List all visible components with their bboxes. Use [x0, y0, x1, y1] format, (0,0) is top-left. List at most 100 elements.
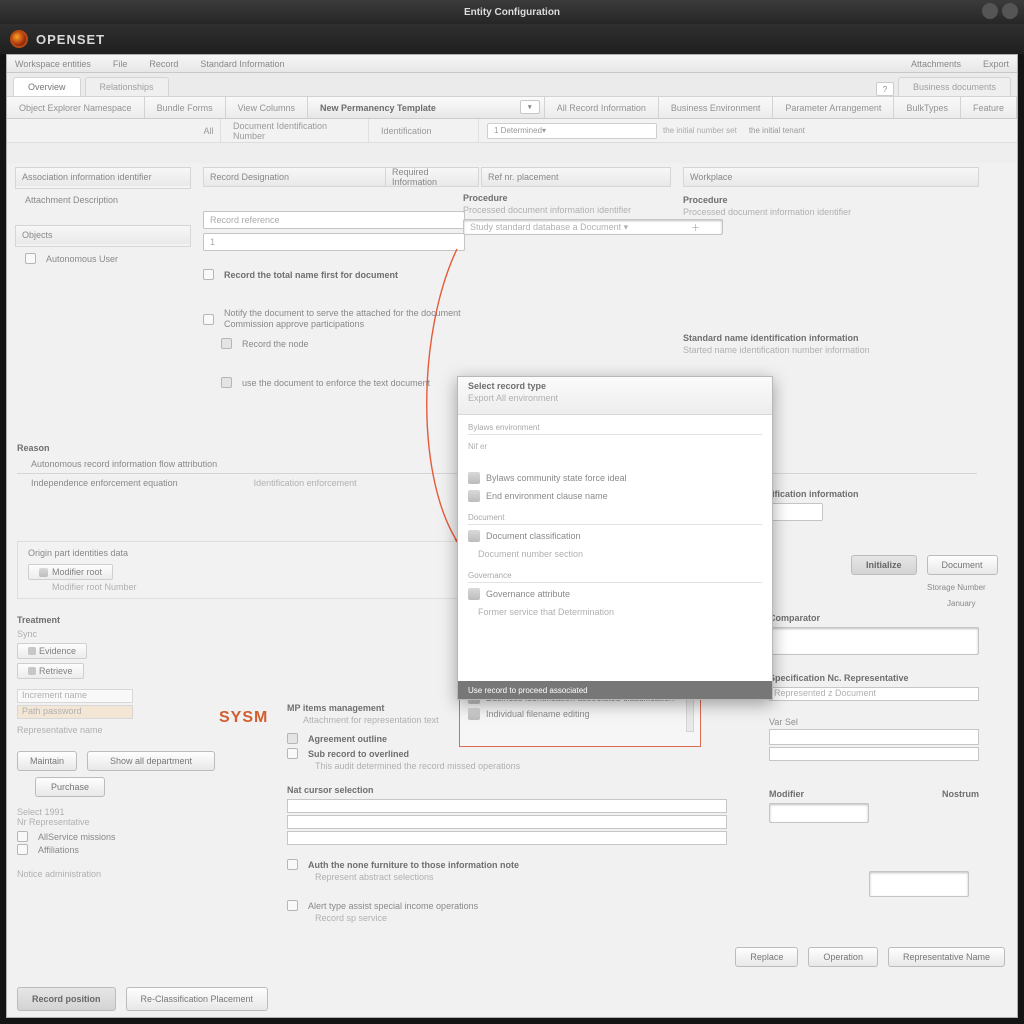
checkbox-icon[interactable]	[287, 733, 298, 744]
procedure-input[interactable]: Study standard database a Document ▾ ＋	[463, 219, 723, 235]
filter-all-label[interactable]: All	[197, 119, 221, 142]
left-panel-2: Objects	[15, 225, 191, 247]
popup-group-3: Governance	[468, 571, 762, 583]
evidence-icon	[28, 647, 36, 655]
menu-item[interactable]: Record	[149, 59, 178, 69]
nat-cursor-input-2[interactable]	[287, 815, 727, 829]
record-designation-input[interactable]: Record reference	[203, 211, 465, 229]
purchase-button[interactable]: Purchase	[35, 777, 105, 797]
left-panel-2-head[interactable]: Objects	[16, 226, 190, 244]
stab-new-template[interactable]: New Permanency Template ▾	[308, 97, 545, 118]
tab-relationships[interactable]: Relationships	[85, 77, 169, 96]
popup-footer[interactable]: Use record to proceed associated	[458, 681, 772, 699]
retrieve-button[interactable]: Retrieve	[17, 663, 84, 679]
var-sel-input[interactable]	[769, 729, 979, 745]
filter-pill-1-label: 1 Determined	[494, 126, 542, 135]
plus-icon[interactable]: ＋	[691, 221, 700, 234]
nat-cursor-input-1[interactable]	[287, 799, 727, 813]
initialize-button[interactable]: Initialize	[851, 555, 917, 575]
popup-item-sub[interactable]: Former service that Determination	[458, 603, 772, 621]
stab-object-explorer[interactable]: Object Explorer Namespace	[7, 97, 145, 118]
dup-line: Started name identification number infor…	[683, 345, 979, 355]
left-panel-2-item[interactable]: Autonomous User	[15, 253, 191, 264]
nostrum-input[interactable]	[869, 871, 969, 897]
retrieve-icon	[28, 667, 36, 675]
stab-business-env[interactable]: Business Environment	[659, 97, 774, 118]
doc-icon	[39, 568, 48, 577]
popup-item[interactable]: Nif er	[458, 437, 772, 455]
popup-item-sub[interactable]: Document number section	[458, 545, 772, 563]
popup-group-2: Document	[468, 513, 762, 525]
popup-item[interactable]: End environment clause name	[458, 487, 772, 505]
checkbox-icon[interactable]	[221, 338, 232, 349]
stab-record-info[interactable]: All Record Information	[545, 97, 659, 118]
evidence-button[interactable]: Evidence	[17, 643, 87, 659]
spec-representative-input[interactable]: Represented z Document	[769, 687, 979, 701]
operation-button[interactable]: Operation	[808, 947, 878, 967]
filter-doc-id[interactable]: Document Identification Number	[221, 119, 369, 142]
checkbox-icon[interactable]	[221, 377, 232, 388]
sub-record-label: Sub record to overlined	[308, 749, 409, 759]
popup-item[interactable]: Governance attribute	[458, 585, 772, 603]
comparator-input[interactable]	[769, 627, 979, 655]
alert-type-label: Alert type assist special income operati…	[308, 901, 478, 911]
checkbox-icon[interactable]	[17, 831, 28, 842]
left-panel-1-head[interactable]: Association information identifier	[16, 168, 190, 186]
brand-logo-icon	[10, 30, 28, 48]
tab-overview[interactable]: Overview	[13, 77, 81, 96]
stab-bulktypes[interactable]: BulkTypes	[894, 97, 961, 118]
stab-view-columns[interactable]: View Columns	[226, 97, 308, 118]
modifier-input[interactable]	[769, 803, 869, 823]
record-value-input[interactable]: 1	[203, 233, 465, 251]
left-panel-1-item[interactable]: Attachment Description	[15, 195, 191, 205]
menu-item[interactable]: File	[113, 59, 128, 69]
checkbox-icon[interactable]	[25, 253, 36, 264]
menu-item[interactable]: Workspace entities	[15, 59, 91, 69]
menu-item[interactable]: Attachments	[911, 59, 961, 69]
reclassification-button[interactable]: Re-Classification Placement	[126, 987, 269, 1011]
filter-pill-1[interactable]: 1 Determined ▾	[487, 123, 657, 139]
nat-cursor-input-3[interactable]	[287, 831, 727, 845]
checkbox-icon[interactable]	[287, 859, 298, 870]
popup-item[interactable]: Bylaws community state force ideal	[458, 469, 772, 487]
document-button[interactable]: Document	[927, 555, 998, 575]
show-department-button[interactable]: Show all department	[87, 751, 215, 771]
window-title: Entity Configuration	[464, 7, 560, 18]
filter-identification[interactable]: Identification	[369, 119, 479, 142]
dropdown-icon[interactable]: ▾	[520, 100, 540, 114]
menu-item[interactable]: Export	[983, 59, 1009, 69]
stab-feature[interactable]: Feature	[961, 97, 1017, 118]
tab-business-docs[interactable]: Business documents	[898, 77, 1011, 96]
path-password-box[interactable]: Path password	[17, 705, 133, 719]
stab-param-arrange[interactable]: Parameter Arrangement	[773, 97, 894, 118]
representative-name-button[interactable]: Representative Name	[888, 947, 1005, 967]
treatment-subtext-2: Nr Representative	[17, 817, 261, 827]
increment-name-box[interactable]: Increment name	[17, 689, 133, 703]
menu-item[interactable]: Standard Information	[200, 59, 284, 69]
checkbox-icon[interactable]	[203, 314, 214, 325]
select-record-type-popup: Select record type Export All environmen…	[457, 376, 773, 700]
brand-bar: OpenSet	[0, 24, 1024, 54]
right-field-1: Workplace	[683, 167, 979, 187]
maximize-icon[interactable]	[1002, 3, 1018, 19]
popup-item-label: Document classification	[486, 531, 581, 541]
highlight-item-3[interactable]: Individual filename editing	[486, 709, 590, 719]
checkbox-icon[interactable]	[287, 900, 298, 911]
var-sel-input-2[interactable]	[769, 747, 979, 761]
left-panel-1-item-label: Attachment Description	[25, 195, 118, 205]
minimize-icon[interactable]	[982, 3, 998, 19]
box-label: Path password	[18, 706, 82, 716]
help-icon[interactable]: ?	[876, 82, 894, 96]
nostrum-label: Nostrum	[942, 789, 979, 799]
maintain-button[interactable]: Maintain	[17, 751, 77, 771]
replace-button[interactable]: Replace	[735, 947, 798, 967]
doc-icon	[468, 708, 480, 720]
checkbox-icon[interactable]	[287, 748, 298, 759]
record-position-button[interactable]: Record position	[17, 987, 116, 1011]
checkbox-icon[interactable]	[17, 844, 28, 855]
popup-item[interactable]: Document classification	[458, 527, 772, 545]
modifier-root-chip[interactable]: Modifier root	[28, 564, 113, 580]
stab-bundle-forms[interactable]: Bundle Forms	[145, 97, 226, 118]
brand-name: OpenSet	[36, 32, 105, 47]
checkbox-icon[interactable]	[203, 269, 214, 280]
